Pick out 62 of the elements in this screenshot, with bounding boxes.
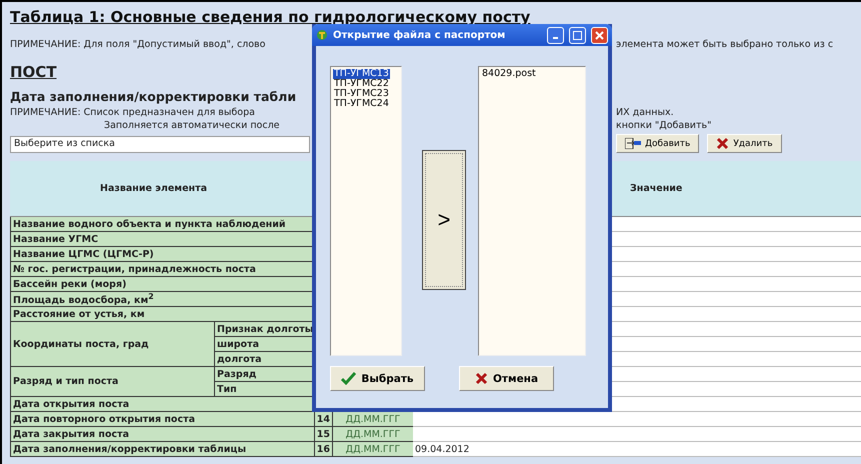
list-item[interactable]: ТП-УГМС24: [333, 99, 390, 109]
row-label: Дата повторного открытия поста: [10, 412, 315, 427]
add-button[interactable]: Добавить: [616, 134, 700, 153]
close-icon: [595, 30, 604, 40]
row-sublabel: Тип: [215, 382, 315, 397]
select-field[interactable]: Выберите из списка: [10, 136, 310, 153]
row-sublabel: долгота: [215, 352, 315, 367]
row-number: 15: [315, 427, 333, 442]
maximize-button[interactable]: [569, 26, 586, 44]
dialog-title: Открытие файла с паспортом: [333, 30, 506, 40]
row-label: Площадь водосбора, км$^{2}$: [10, 292, 315, 307]
close-icon: [716, 137, 730, 150]
row-label: № гос. регистрации, принадлежность поста: [10, 262, 315, 277]
delete-button[interactable]: Удалить: [707, 134, 782, 153]
select-button[interactable]: Выбрать: [330, 366, 425, 391]
row-label: Название ЦГМС (ЦГМС-Р): [10, 247, 315, 262]
row-label: Название УГМС: [10, 232, 315, 247]
note-text: Заполняется автоматически после: [103, 119, 281, 132]
check-icon: [341, 372, 356, 385]
note-text: кнопки "Добавить": [616, 119, 712, 132]
page-title: Таблица 1: Основные сведения по гидрологическому посту: [10, 8, 530, 26]
row-label: Дата закрытия поста: [10, 427, 315, 442]
row-label: Дата заполнения/корректировки таблицы: [10, 442, 315, 457]
row-label: Координаты поста, град: [10, 322, 215, 367]
format-hint: ДД.ММ.ГГГ: [333, 412, 413, 427]
note-text: ИХ данных.: [616, 106, 675, 119]
subsection-heading: Дата заполнения/корректировки табли: [10, 89, 298, 104]
list-item[interactable]: ТП-УГМС13: [333, 69, 390, 79]
format-hint: ДД.ММ.ГГГ: [333, 427, 413, 442]
maximize-icon: [573, 30, 582, 40]
cancel-button[interactable]: Отмена: [459, 366, 554, 391]
section-heading: ПОСТ: [10, 63, 57, 81]
app-icon: [316, 29, 328, 41]
row-label: Разряд и тип поста: [10, 367, 215, 397]
list-item[interactable]: ТП-УГМС22: [333, 79, 390, 89]
row-label: Бассейн реки (моря): [10, 277, 315, 292]
row-sublabel: широта: [215, 337, 315, 352]
value-cell[interactable]: 09.04.2012: [413, 442, 861, 457]
minimize-button[interactable]: [547, 26, 564, 44]
row-label: Дата открытия поста: [10, 397, 315, 412]
row-sublabel: Разряд: [215, 367, 315, 382]
move-button[interactable]: >: [422, 150, 466, 290]
close-button[interactable]: [591, 26, 608, 44]
row-number: 16: [315, 442, 333, 457]
column-header: Значение: [620, 161, 861, 217]
value-cell[interactable]: [413, 412, 861, 427]
close-icon: [474, 372, 488, 385]
column-header: Название элемента: [10, 161, 315, 217]
row-label: Название водного объекта и пункта наблюдений: [10, 217, 315, 232]
list-item[interactable]: 84029.post: [481, 69, 537, 79]
row-sublabel: Признак долготы: [215, 322, 315, 337]
format-hint: ДД.ММ.ГГГ: [333, 442, 413, 457]
note-text: ПРИМЕЧАНИЕ: Список предназначен для выбора: [10, 106, 256, 119]
source-list[interactable]: ТП-УГМС13 ТП-УГМС22 ТП-УГМС23 ТП-УГМС24: [330, 66, 402, 356]
note-text: ПРИМЕЧАНИЕ: Для поля "Допустимый ввод", слово: [10, 38, 266, 51]
row-number: 14: [315, 412, 333, 427]
add-row-icon: [625, 138, 641, 149]
value-cell[interactable]: [413, 427, 861, 442]
target-list[interactable]: 84029.post: [478, 66, 586, 356]
row-label: Расстояние от устья, км: [10, 307, 315, 322]
list-item[interactable]: ТП-УГМС23: [333, 89, 390, 99]
note-text: элемента может быть выбрано только из с: [616, 38, 834, 51]
